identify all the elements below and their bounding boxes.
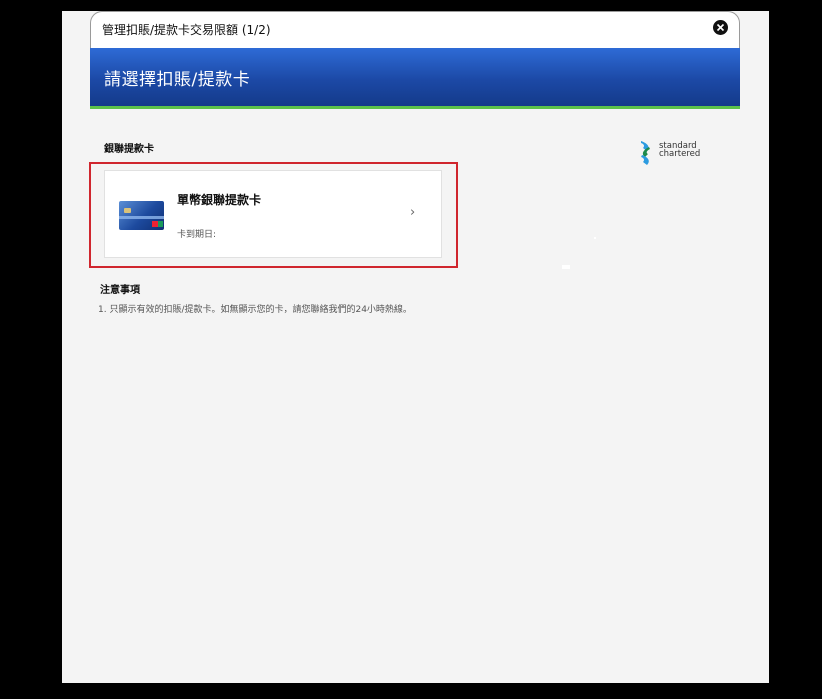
page-background: 管理扣賬/提款卡交易限額 (1/2) 請選擇扣賬/提款卡 銀聯提款卡 stand… bbox=[62, 11, 769, 683]
render-artifact bbox=[562, 265, 570, 269]
close-icon bbox=[716, 23, 725, 32]
page-banner: 請選擇扣賬/提款卡 bbox=[90, 48, 740, 106]
modal-title: 管理扣賬/提款卡交易限額 (1/2) bbox=[102, 23, 271, 37]
logo-text: standard chartered bbox=[659, 142, 701, 159]
banner-accent-stripe bbox=[90, 106, 740, 109]
standard-chartered-logo-icon bbox=[641, 141, 650, 165]
standard-chartered-logo: standard chartered bbox=[637, 139, 717, 167]
render-artifact bbox=[594, 237, 596, 239]
page-title: 請選擇扣賬/提款卡 bbox=[104, 70, 251, 90]
notes-title: 注意事項 bbox=[100, 285, 140, 296]
logo-line-chartered: chartered bbox=[659, 149, 701, 159]
card-expiry-label: 卡到期日: bbox=[177, 230, 217, 240]
close-button[interactable] bbox=[713, 20, 728, 35]
card-option-unionpay[interactable]: 單幣銀聯提款卡 卡到期日: › bbox=[104, 170, 442, 258]
modal-header: 管理扣賬/提款卡交易限額 (1/2) bbox=[90, 11, 740, 48]
card-image bbox=[119, 201, 164, 230]
chevron-right-icon: › bbox=[410, 205, 416, 220]
notes-item: 1. 只顯示有效的扣賬/提款卡。如無顯示您的卡，請您聯絡我們的24小時熱線。 bbox=[98, 305, 412, 315]
card-name: 單幣銀聯提款卡 bbox=[177, 193, 262, 207]
section-label: 銀聯提款卡 bbox=[104, 144, 154, 155]
